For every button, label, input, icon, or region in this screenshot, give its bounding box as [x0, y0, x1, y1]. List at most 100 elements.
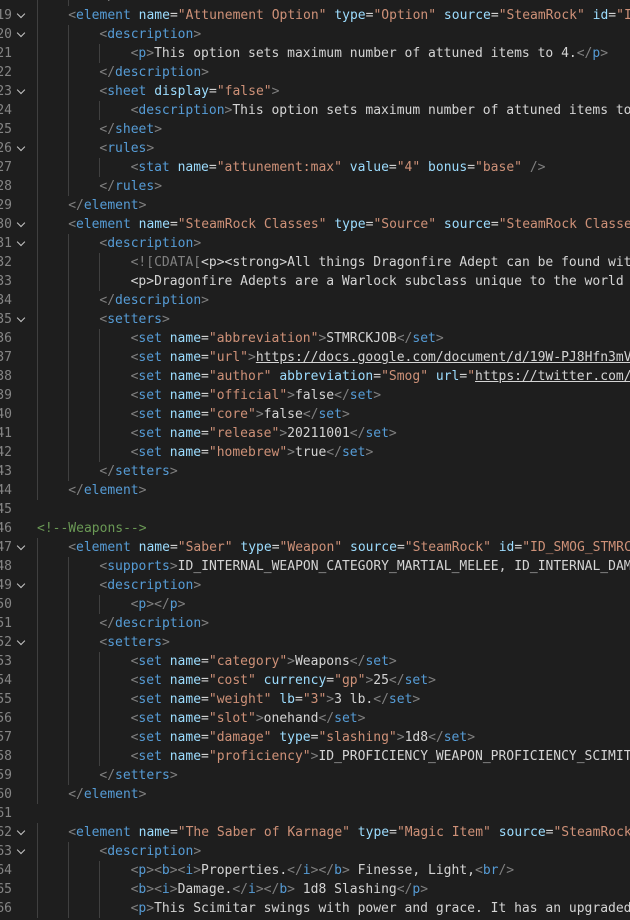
indent-guide: [99, 158, 101, 177]
chevron-down-icon[interactable]: [18, 239, 26, 247]
code-token: <: [68, 825, 77, 840]
code-line[interactable]: 40 <set name="core">false</set>: [0, 405, 630, 424]
code-token: =: [201, 331, 209, 346]
code-token: </: [99, 616, 116, 631]
code-editor[interactable]: 18</element>19<element name="Attunement …: [0, 0, 630, 920]
code-text: <set name="weight" lb="3">3 lb.</set>: [131, 690, 421, 709]
code-line[interactable]: 63 <description>: [0, 842, 630, 861]
code-token: =: [608, 8, 617, 23]
chevron-down-icon[interactable]: [18, 315, 26, 323]
indent-guide: [37, 481, 38, 500]
code-token: set: [404, 673, 429, 688]
code-line[interactable]: 48 <supports>ID_INTERNAL_WEAPON_CATEGORY_…: [0, 557, 630, 576]
indent-guide: [37, 310, 38, 329]
code-line[interactable]: 19 <element name="Attunement Option" type…: [0, 6, 630, 25]
code-token: "core": [208, 407, 256, 422]
code-line[interactable]: 49 <description>: [0, 576, 630, 595]
code-token: description: [115, 293, 202, 308]
code-token: onehand: [263, 711, 319, 726]
code-line[interactable]: 43 </setters>: [0, 462, 630, 481]
code-line[interactable]: 38 <set name="author" abbreviation="Smog"…: [0, 367, 630, 386]
code-text: <set name="author" abbreviation="Smog" u…: [131, 367, 630, 386]
code-line[interactable]: 23 <sheet display="false">: [0, 82, 630, 101]
code-line[interactable]: 56 <set name="slot">onehand</set>: [0, 709, 630, 728]
code-token: "attunement:max": [216, 160, 342, 175]
code-line[interactable]: 20 <description>: [0, 25, 630, 44]
code-line[interactable]: 51 </description>: [0, 614, 630, 633]
chevron-down-icon[interactable]: [18, 638, 26, 646]
chevron-down-icon[interactable]: [18, 828, 26, 836]
chevron-down-icon[interactable]: [18, 30, 26, 38]
code-token: url: [435, 369, 460, 384]
indent-guide: [68, 443, 70, 462]
chevron-down-icon[interactable]: [18, 581, 26, 589]
code-line[interactable]: 64 <p><b><i>Properties.</i></b> Finesse, …: [0, 861, 630, 880]
chevron-down-icon[interactable]: [18, 543, 26, 551]
code-token: set: [341, 445, 366, 460]
code-token: </: [373, 692, 389, 707]
code-line[interactable]: 21 <p>This option sets maximum number of …: [0, 44, 630, 63]
code-line[interactable]: 39 <set name="official">false</set>: [0, 386, 630, 405]
code-line[interactable]: 33 <p>Dragonfire Adepts are a Warlock sub…: [0, 272, 630, 291]
code-line[interactable]: 30 <element name="SteamRock Classes" type…: [0, 215, 630, 234]
code-line[interactable]: 37 <set name="url">https://docs.google.co…: [0, 348, 630, 367]
code-line[interactable]: 24 <description>This option sets maximum …: [0, 101, 630, 120]
code-line[interactable]: 54 <set name="cost" currency="gp">25</set…: [0, 671, 630, 690]
code-token: https://docs.google.com/document/d/19W-P…: [255, 350, 630, 365]
code-line[interactable]: 22 </description>: [0, 63, 630, 82]
chevron-down-icon[interactable]: [18, 144, 26, 152]
line-number: 45: [0, 502, 12, 517]
code-line[interactable]: 41 <set name="release">20211001</set>: [0, 424, 630, 443]
code-line[interactable]: 46 <!--Weapons-->: [0, 519, 630, 538]
code-token: >: [146, 141, 155, 156]
code-token: description: [115, 616, 202, 631]
code-token: />: [529, 160, 546, 175]
indent-guide: [68, 120, 70, 139]
code-token: >: [357, 711, 366, 726]
code-line[interactable]: 31 <description>: [0, 234, 630, 253]
chevron-down-icon[interactable]: [18, 847, 26, 855]
code-line[interactable]: 42 <set name="homebrew">true</set>: [0, 443, 630, 462]
line-number: 66: [0, 901, 12, 916]
code-line[interactable]: 44 </element>: [0, 481, 630, 500]
code-line[interactable]: 53 <set name="category">Weapons</set>: [0, 652, 630, 671]
code-token: =: [326, 673, 335, 688]
indent-guide: [37, 405, 38, 424]
indent-guide: [68, 177, 70, 196]
code-line[interactable]: 27 <stat name="attunement:max" value="4" …: [0, 158, 630, 177]
code-line[interactable]: 61: [0, 804, 630, 823]
code-line[interactable]: 47 <element name="Saber" type="Weapon" so…: [0, 538, 630, 557]
code-line[interactable]: 62 <element name="The Saber of Karnage" t…: [0, 823, 630, 842]
indent-guide: [68, 25, 70, 44]
indent-guide: [99, 880, 101, 899]
code-line[interactable]: 26 <rules>: [0, 139, 630, 158]
code-token: This option sets maximum number of attun…: [154, 46, 577, 61]
code-line[interactable]: 29 </element>: [0, 196, 630, 215]
code-token: "damage": [208, 730, 272, 745]
code-line[interactable]: 66 <p>This Scimitar swings with power and…: [0, 899, 630, 918]
code-line[interactable]: 50 <p></p>: [0, 595, 630, 614]
code-line[interactable]: 32 <![CDATA[<p><strong>All things Dragonf…: [0, 253, 630, 272]
code-line[interactable]: 36 <set name="abbreviation">STMRCKJOB</se…: [0, 329, 630, 348]
code-line[interactable]: 65 <b><i>Damage.</i></b> 1d8 Slashing</p>: [0, 880, 630, 899]
code-line[interactable]: 28 </rules>: [0, 177, 630, 196]
code-line[interactable]: 55 <set name="weight" lb="3">3 lb.</set>: [0, 690, 630, 709]
chevron-down-icon[interactable]: [18, 220, 26, 228]
code-line[interactable]: 25 </sheet>: [0, 120, 630, 139]
code-line[interactable]: 45: [0, 500, 630, 519]
chevron-down-icon[interactable]: [18, 87, 26, 95]
chevron-down-icon[interactable]: [18, 11, 26, 19]
code-line[interactable]: 58 <set name="proficiency">ID_PROFICIENCY…: [0, 747, 630, 766]
code-token: "Weapon": [279, 540, 343, 555]
code-line[interactable]: 59 </setters>: [0, 766, 630, 785]
code-line[interactable]: 60 </element>: [0, 785, 630, 804]
code-line[interactable]: 57 <set name="damage" type="slashing">1d8…: [0, 728, 630, 747]
code-line[interactable]: 34 </description>: [0, 291, 630, 310]
code-token: "SteamRock": [498, 8, 585, 23]
code-line[interactable]: 35 <setters>: [0, 310, 630, 329]
code-line[interactable]: 52 <setters>: [0, 633, 630, 652]
